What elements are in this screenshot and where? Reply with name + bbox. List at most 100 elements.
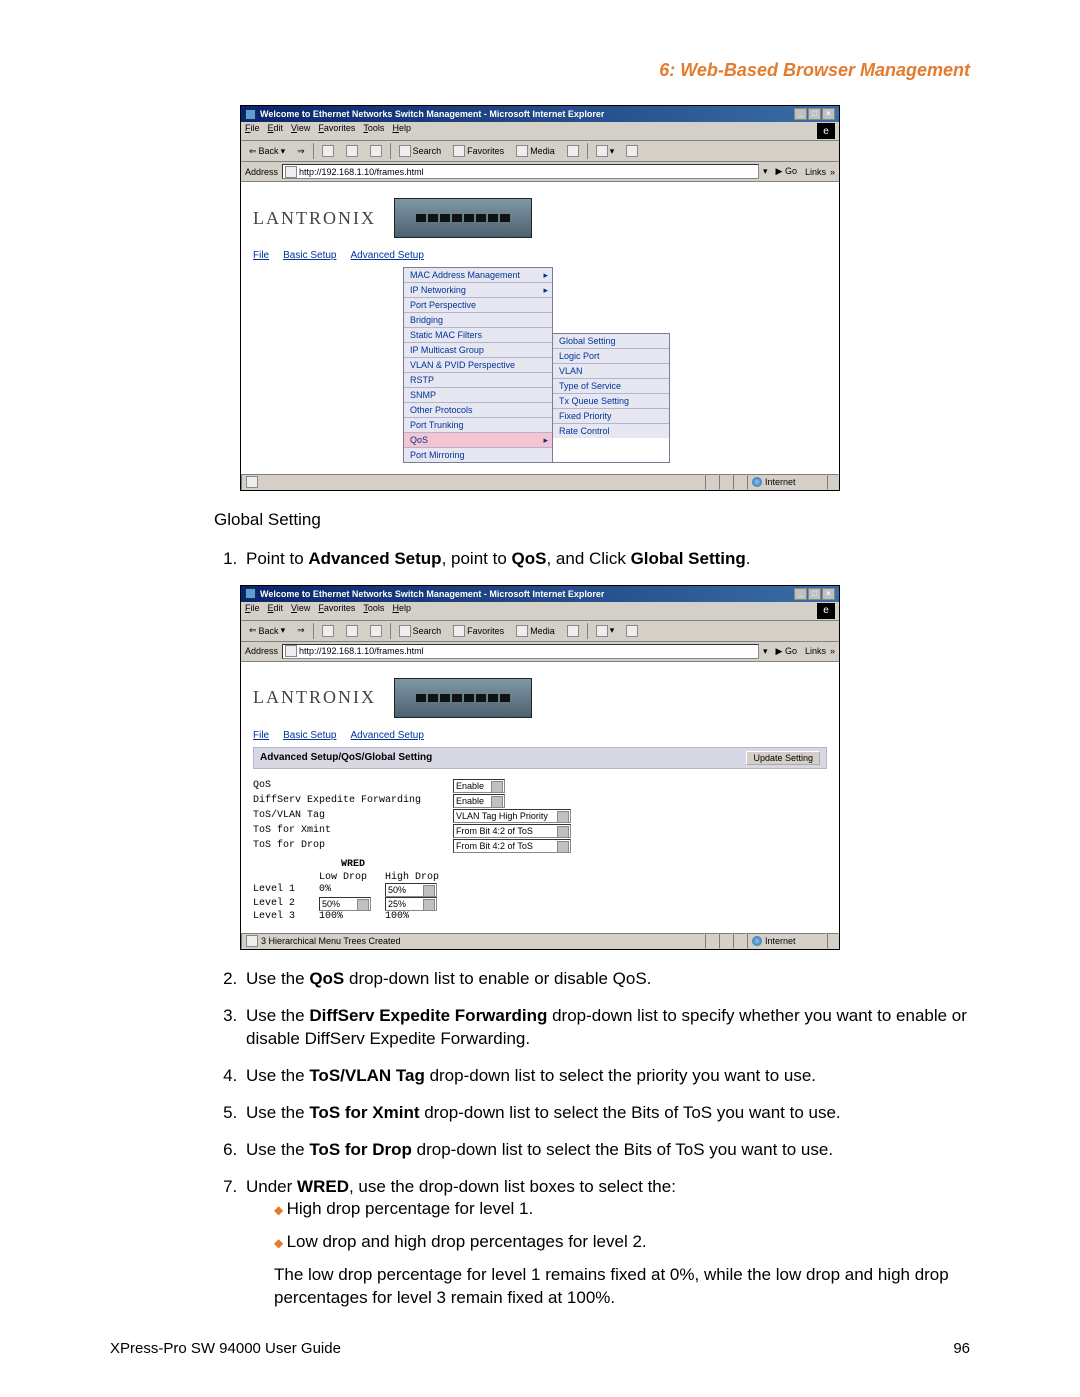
media-button[interactable]: Media xyxy=(512,143,559,159)
favorites-button[interactable]: Favorites xyxy=(449,623,508,639)
links-label[interactable]: Links xyxy=(805,646,826,656)
status-zone: Internet xyxy=(747,933,827,949)
submenu-fixed-priority[interactable]: Fixed Priority xyxy=(553,409,669,424)
menu-port-mirroring[interactable]: Port Mirroring xyxy=(404,448,552,462)
menu-help[interactable]: Help xyxy=(392,603,411,619)
menu-snmp[interactable]: SNMP xyxy=(404,388,552,403)
maximize-button[interactable]: □ xyxy=(808,588,821,600)
dropdown-l1-high[interactable]: 50% xyxy=(385,883,437,897)
menu-help[interactable]: Help xyxy=(392,123,411,139)
menu-favorites[interactable]: Favorites xyxy=(318,123,355,139)
refresh-button[interactable] xyxy=(342,143,362,159)
maximize-button[interactable]: □ xyxy=(808,108,821,120)
menu-ip-networking[interactable]: IP Networking xyxy=(404,283,552,298)
submenu-tx-queue[interactable]: Tx Queue Setting xyxy=(553,394,669,409)
address-label: Address xyxy=(245,646,278,656)
page-icon xyxy=(285,166,297,178)
dropdown-icon[interactable]: ▾ xyxy=(763,166,768,177)
address-input[interactable]: http://192.168.1.10/frames.html xyxy=(282,644,759,659)
mail-button[interactable]: ▾ xyxy=(592,143,619,159)
submenu-tos[interactable]: Type of Service xyxy=(553,379,669,394)
stop-button[interactable] xyxy=(318,623,338,639)
home-button[interactable] xyxy=(366,623,386,639)
nav-basic-setup[interactable]: Basic Setup xyxy=(283,730,336,741)
media-button[interactable]: Media xyxy=(512,623,559,639)
nav-file[interactable]: File xyxy=(253,250,269,261)
go-button[interactable]: ▶ Go xyxy=(772,166,801,177)
app-topnav: File Basic Setup Advanced Setup xyxy=(253,250,827,261)
menu-favorites[interactable]: Favorites xyxy=(318,603,355,619)
nav-basic-setup[interactable]: Basic Setup xyxy=(283,250,336,261)
refresh-button[interactable] xyxy=(342,623,362,639)
menu-rstp[interactable]: RSTP xyxy=(404,373,552,388)
menu-view[interactable]: View xyxy=(291,603,310,619)
wred-level2-label: Level 2 xyxy=(253,898,319,909)
star-icon xyxy=(453,145,465,157)
forward-button[interactable]: ⇒ xyxy=(293,143,309,159)
menu-port-perspective[interactable]: Port Perspective xyxy=(404,298,552,313)
history-button[interactable] xyxy=(563,623,583,639)
menu-bridging[interactable]: Bridging xyxy=(404,313,552,328)
window-title: Welcome to Ethernet Networks Switch Mana… xyxy=(260,109,790,119)
menu-file[interactable]: File xyxy=(245,603,260,619)
status-cell xyxy=(719,474,733,490)
search-button[interactable]: Search xyxy=(395,143,446,159)
submenu-logic-port[interactable]: Logic Port xyxy=(553,349,669,364)
home-button[interactable] xyxy=(366,143,386,159)
close-button[interactable]: × xyxy=(822,108,835,120)
dropdown-l2-low[interactable]: 50% xyxy=(319,897,371,911)
mail-button[interactable]: ▾ xyxy=(592,623,619,639)
dropdown-diffserv[interactable]: Enable xyxy=(453,794,505,808)
submenu-rate-control[interactable]: Rate Control xyxy=(553,424,669,438)
globe-icon xyxy=(752,477,762,487)
wred-l1-low: 0% xyxy=(319,884,385,895)
links-label[interactable]: Links xyxy=(805,167,826,177)
refresh-icon xyxy=(346,145,358,157)
update-setting-button[interactable]: Update Setting xyxy=(746,751,820,765)
dropdown-drop[interactable]: From Bit 4:2 of ToS xyxy=(453,839,571,853)
forward-button[interactable]: ⇒ xyxy=(293,623,309,639)
menu-view[interactable]: View xyxy=(291,123,310,139)
menu-mac-address[interactable]: MAC Address Management xyxy=(404,268,552,283)
dropdown-l2-high[interactable]: 25% xyxy=(385,897,437,911)
menu-file[interactable]: File xyxy=(245,123,260,139)
label-qos: QoS xyxy=(253,780,453,791)
minimize-button[interactable]: _ xyxy=(794,588,807,600)
screenshot-global-setting: Welcome to Ethernet Networks Switch Mana… xyxy=(240,585,840,950)
dropdown-icon[interactable]: ▾ xyxy=(763,646,768,657)
back-button[interactable]: ⇐ Back ▾ xyxy=(245,143,289,159)
stop-button[interactable] xyxy=(318,143,338,159)
status-cell xyxy=(705,474,719,490)
menu-qos[interactable]: QoS xyxy=(404,433,552,448)
history-button[interactable] xyxy=(563,143,583,159)
menu-edit[interactable]: Edit xyxy=(268,603,284,619)
address-input[interactable]: http://192.168.1.10/frames.html xyxy=(282,164,759,179)
print-button[interactable] xyxy=(622,143,642,159)
menu-edit[interactable]: Edit xyxy=(268,123,284,139)
submenu-vlan[interactable]: VLAN xyxy=(553,364,669,379)
dropdown-tosvlan[interactable]: VLAN Tag High Priority xyxy=(453,809,571,823)
dropdown-qos[interactable]: Enable xyxy=(453,779,505,793)
menu-ip-multicast[interactable]: IP Multicast Group xyxy=(404,343,552,358)
search-button[interactable]: Search xyxy=(395,623,446,639)
nav-advanced-setup[interactable]: Advanced Setup xyxy=(351,730,424,741)
minimize-button[interactable]: _ xyxy=(794,108,807,120)
submenu-global-setting[interactable]: Global Setting xyxy=(553,334,669,349)
advanced-setup-menu: MAC Address Management IP Networking Por… xyxy=(403,267,553,463)
menu-vlan-pvid[interactable]: VLAN & PVID Perspective xyxy=(404,358,552,373)
menu-static-mac[interactable]: Static MAC Filters xyxy=(404,328,552,343)
menu-other-protocols[interactable]: Other Protocols xyxy=(404,403,552,418)
menu-port-trunking[interactable]: Port Trunking xyxy=(404,418,552,433)
favorites-button[interactable]: Favorites xyxy=(449,143,508,159)
menu-tools[interactable]: Tools xyxy=(363,123,384,139)
close-button[interactable]: × xyxy=(822,588,835,600)
menu-tools[interactable]: Tools xyxy=(363,603,384,619)
go-button[interactable]: ▶ Go xyxy=(772,646,801,657)
nav-advanced-setup[interactable]: Advanced Setup xyxy=(351,250,424,261)
label-xmint: ToS for Xmint xyxy=(253,825,453,836)
stop-icon xyxy=(322,625,334,637)
print-button[interactable] xyxy=(622,623,642,639)
dropdown-xmint[interactable]: From Bit 4:2 of ToS xyxy=(453,824,571,838)
nav-file[interactable]: File xyxy=(253,730,269,741)
back-button[interactable]: ⇐ Back ▾ xyxy=(245,623,289,639)
